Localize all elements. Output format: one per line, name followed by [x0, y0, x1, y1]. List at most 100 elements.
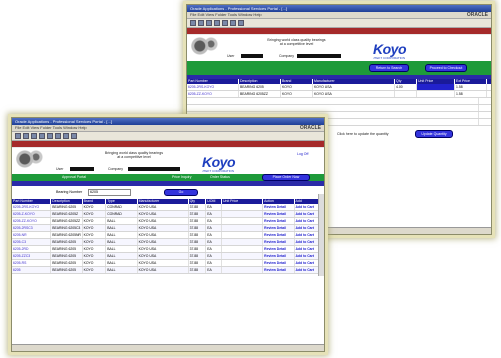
cell: EA [206, 204, 222, 210]
place-order-button[interactable]: Place Order Now [262, 174, 310, 181]
cell: KOYO [83, 218, 107, 224]
cell: BALL [106, 218, 138, 224]
cell: BEARING 6205ZZ [239, 91, 281, 97]
table-row[interactable]: 6205-2RSC3 BEARING 6205C3 KOYO BALL KOYO USA… [12, 225, 324, 232]
part-link[interactable]: 6205-NR [12, 232, 52, 238]
copy-icon[interactable] [222, 20, 228, 26]
cell [222, 218, 264, 224]
table-row[interactable]: 6205-RS BEARING 6205 KOYO BALL KOYO USA 37.88… [12, 260, 324, 267]
cell: 37.88 [189, 211, 207, 217]
cell: CONRAD [106, 211, 138, 217]
koyo-subtitle: JTEKT CORPORATION [202, 169, 235, 173]
review-detail-link[interactable]: Review Detail [263, 267, 295, 273]
part-link[interactable]: 6205-C3 [12, 239, 52, 245]
part-link[interactable]: 6205 [12, 267, 52, 273]
form-header-bar [187, 28, 491, 34]
review-detail-link[interactable]: Review Detail [263, 204, 295, 210]
nav-link-order-status[interactable]: Order Status [210, 175, 230, 180]
bearing-number-input[interactable]: 6205 [88, 189, 131, 196]
cell: EA [206, 260, 222, 266]
grid-scrollbar[interactable] [318, 194, 324, 276]
part-link[interactable]: 6205-ZZ-KOYO [187, 91, 239, 97]
user-field[interactable] [241, 54, 263, 58]
print-icon[interactable] [198, 20, 204, 26]
review-detail-link[interactable]: Review Detail [263, 225, 295, 231]
cell: BEARING 6205 [51, 260, 83, 266]
cell: BALL [106, 246, 138, 252]
table-row[interactable]: 6205-ZZ-KOYO BEARING 6205ZZ KOYO KOYO US… [187, 91, 491, 98]
print-icon[interactable] [23, 133, 29, 139]
review-detail-link[interactable]: Review Detail [263, 246, 295, 252]
table-row[interactable]: 6205-C3 BEARING 6205 KOYO BALL KOYO USA 37.88… [12, 239, 324, 246]
cell: BALL [106, 253, 138, 259]
review-detail-link[interactable]: Review Detail [263, 253, 295, 259]
part-link[interactable]: 6205-ZZC3 [12, 253, 52, 259]
part-link[interactable]: 6205-Z-KOYO [12, 211, 52, 217]
exit-icon[interactable] [71, 133, 77, 139]
part-link[interactable]: 6205-2RD [12, 246, 52, 252]
cell: BEARING 6205 [51, 246, 83, 252]
cell: KOYO [281, 91, 313, 97]
review-detail-link[interactable]: Review Detail [263, 211, 295, 217]
return-to-search-button[interactable]: Return to Search [369, 64, 409, 72]
review-detail-link[interactable]: Review Detail [263, 218, 295, 224]
find-icon[interactable] [206, 20, 212, 26]
company-field[interactable] [128, 167, 180, 171]
cell: BALL [106, 232, 138, 238]
find-icon[interactable] [31, 133, 37, 139]
part-link[interactable]: 6205-2RSC3 [12, 225, 52, 231]
review-detail-link[interactable]: Review Detail [263, 239, 295, 245]
table-row[interactable]: 6205-ZZ-KOYO BEARING 6205ZZ KOYO BALL KOYO U… [12, 218, 324, 225]
cell: KOYO USA [138, 253, 189, 259]
menu-items[interactable]: File Edit View Folder Tools Window Help [190, 12, 262, 17]
qty-field[interactable] [395, 91, 417, 97]
cell [222, 204, 264, 210]
part-link[interactable]: 6205-2RS-KOYO [12, 204, 52, 210]
cell: KOYO [83, 267, 107, 273]
table-row[interactable]: 6205-2RS-KOYO BEARING 6205 KOYO CONRAD KOYO … [12, 204, 324, 211]
help-icon[interactable] [63, 133, 69, 139]
cell: BEARING 6205NR [52, 232, 83, 238]
cell: EA [206, 267, 222, 273]
part-link[interactable]: 6205-RS [12, 260, 52, 266]
review-detail-link[interactable]: Review Detail [263, 260, 295, 266]
cell: BEARING 6205C3 [51, 225, 83, 231]
paste-icon[interactable] [230, 20, 236, 26]
cell: KOYO USA [313, 91, 395, 97]
cell: 37.88 [189, 204, 207, 210]
menu-bar[interactable]: File Edit View Folder Tools Window Help … [12, 125, 324, 132]
save-icon[interactable] [15, 133, 21, 139]
copy-icon[interactable] [47, 133, 53, 139]
company-field[interactable] [297, 54, 341, 58]
cell: KOYO [83, 225, 107, 231]
oracle-logo: ORACLE [299, 125, 321, 131]
cell: KOYO USA [138, 225, 189, 231]
qty-field[interactable]: 4.00 [395, 84, 417, 90]
proceed-checkout-button[interactable]: Proceed to Checkout [425, 64, 467, 72]
window-titlebar: Oracle Applications - Professional Servi… [187, 5, 491, 12]
review-detail-link[interactable]: Review Detail [263, 232, 295, 238]
table-row[interactable]: 6205-NR BEARING 6205NR KOYO BALL KOYO USA 37.… [12, 232, 324, 239]
help-icon[interactable] [238, 20, 244, 26]
cut-icon[interactable] [39, 133, 45, 139]
cell: EA [206, 239, 222, 245]
menu-items[interactable]: File Edit View Folder Tools Window Help [15, 125, 87, 130]
table-row[interactable]: 6205 BEARING 6205 KOYO BALL KOYO USA 37.88 EA R… [12, 267, 324, 274]
part-link[interactable]: 6205-2RS-KOYO [187, 84, 239, 90]
user-field[interactable] [70, 167, 94, 171]
paste-icon[interactable] [55, 133, 61, 139]
save-icon[interactable] [190, 20, 196, 26]
table-row[interactable]: 6205-2RS-KOYO BEARING 6205 KOYO KOYO USA… [187, 84, 491, 91]
cut-icon[interactable] [214, 20, 220, 26]
log-off-link[interactable]: Log Off [297, 152, 308, 156]
table-row[interactable]: 6205-2RD BEARING 6205 KOYO BALL KOYO USA 37.8… [12, 246, 324, 253]
update-quantity-button[interactable]: Update Quantity [415, 130, 453, 138]
nav-link-approval[interactable]: Approval Portal [62, 175, 86, 180]
table-row[interactable]: 6205-Z-KOYO BEARING 6205Z KOYO CONRAD KOYO U… [12, 211, 324, 218]
nav-link-price[interactable]: Price Inquiry [172, 175, 191, 180]
cell: KOYO [83, 211, 107, 217]
go-button[interactable]: Go [164, 189, 198, 196]
part-link[interactable]: 6205-ZZ-KOYO [12, 218, 52, 224]
menu-bar[interactable]: File Edit View Folder Tools Window Help … [187, 12, 491, 19]
table-row[interactable]: 6205-ZZC3 BEARING 6205 KOYO BALL KOYO USA 37.… [12, 253, 324, 260]
